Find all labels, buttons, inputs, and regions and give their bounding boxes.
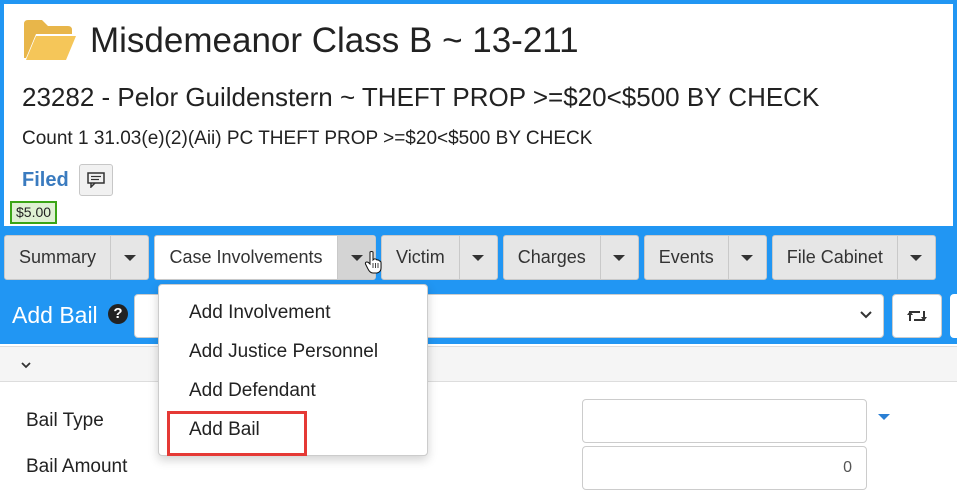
tab-summary-label[interactable]: Summary	[5, 236, 110, 279]
tab-file-cabinet[interactable]: File Cabinet	[771, 235, 936, 280]
retweet-icon	[907, 311, 927, 321]
chevron-down-icon	[613, 254, 626, 261]
status-label: Filed	[22, 168, 69, 191]
case-header: Misdemeanor Class B ~ 13-211 23282 - Pel…	[0, 0, 957, 230]
panel-header[interactable]	[0, 346, 957, 382]
menu-item-add-justice-personnel[interactable]: Add Justice Personnel	[159, 332, 427, 371]
menu-item-add-involvement[interactable]: Add Involvement	[159, 293, 427, 332]
defendant-line: 23282 - Pelor Guildenstern ~ THEFT PROP …	[22, 82, 820, 112]
status-row: Filed	[22, 164, 113, 196]
tab-file-cabinet-caret[interactable]	[896, 236, 935, 279]
chevron-down-icon[interactable]	[20, 359, 32, 371]
tab-victim-label[interactable]: Victim	[382, 236, 459, 279]
tab-events-caret[interactable]	[727, 236, 766, 279]
tab-case-involvements-label[interactable]: Case Involvements	[155, 236, 337, 279]
add-bail-bar: Add Bail ?	[0, 288, 957, 344]
tab-bar: Summary Case Involvements Victim Charges…	[0, 230, 957, 288]
hand-cursor-icon	[364, 251, 382, 274]
tab-file-cabinet-label[interactable]: File Cabinet	[773, 236, 897, 279]
add-bail-title: Add Bail	[12, 302, 98, 328]
case-title-row: Misdemeanor Class B ~ 13-211	[22, 18, 579, 62]
tab-charges-caret[interactable]	[599, 236, 638, 279]
chevron-down-icon[interactable]	[878, 414, 890, 420]
edge-button[interactable]	[950, 294, 957, 338]
bail-type-input[interactable]	[582, 399, 867, 443]
help-icon[interactable]: ?	[108, 304, 128, 324]
tab-summary[interactable]: Summary	[4, 235, 150, 280]
menu-item-add-defendant[interactable]: Add Defendant	[159, 371, 427, 410]
tab-summary-caret[interactable]	[110, 236, 148, 279]
case-title: Misdemeanor Class B ~ 13-211	[90, 20, 579, 60]
count-line: Count 1 31.03(e)(2)(Aii) PC THEFT PROP >…	[22, 128, 593, 149]
tab-events[interactable]: Events	[643, 235, 767, 280]
folder-open-icon	[24, 20, 76, 60]
tab-events-label[interactable]: Events	[645, 236, 728, 279]
tab-victim[interactable]: Victim	[381, 235, 498, 280]
tab-victim-caret[interactable]	[458, 236, 497, 279]
case-involvements-menu: Add Involvement Add Justice Personnel Ad…	[158, 284, 428, 456]
chevron-down-icon	[472, 254, 485, 261]
chevron-down-icon	[350, 254, 363, 261]
refresh-button[interactable]	[892, 294, 942, 338]
chevron-down-icon	[123, 254, 136, 261]
bail-amount-label: Bail Amount	[26, 456, 128, 477]
chevron-down-icon	[910, 254, 923, 261]
comment-icon	[86, 172, 105, 188]
comment-button[interactable]	[78, 164, 113, 196]
tab-case-involvements[interactable]: Case Involvements	[154, 235, 377, 280]
tab-charges-label[interactable]: Charges	[504, 236, 600, 279]
tab-charges[interactable]: Charges	[502, 235, 639, 280]
bail-type-label: Bail Type	[26, 410, 104, 431]
menu-item-add-bail[interactable]: Add Bail	[159, 410, 427, 456]
bail-amount-input[interactable]: 0	[582, 446, 867, 490]
chevron-down-icon	[860, 311, 872, 319]
fee-badge: $5.00	[10, 201, 58, 224]
chevron-down-icon	[741, 254, 754, 261]
